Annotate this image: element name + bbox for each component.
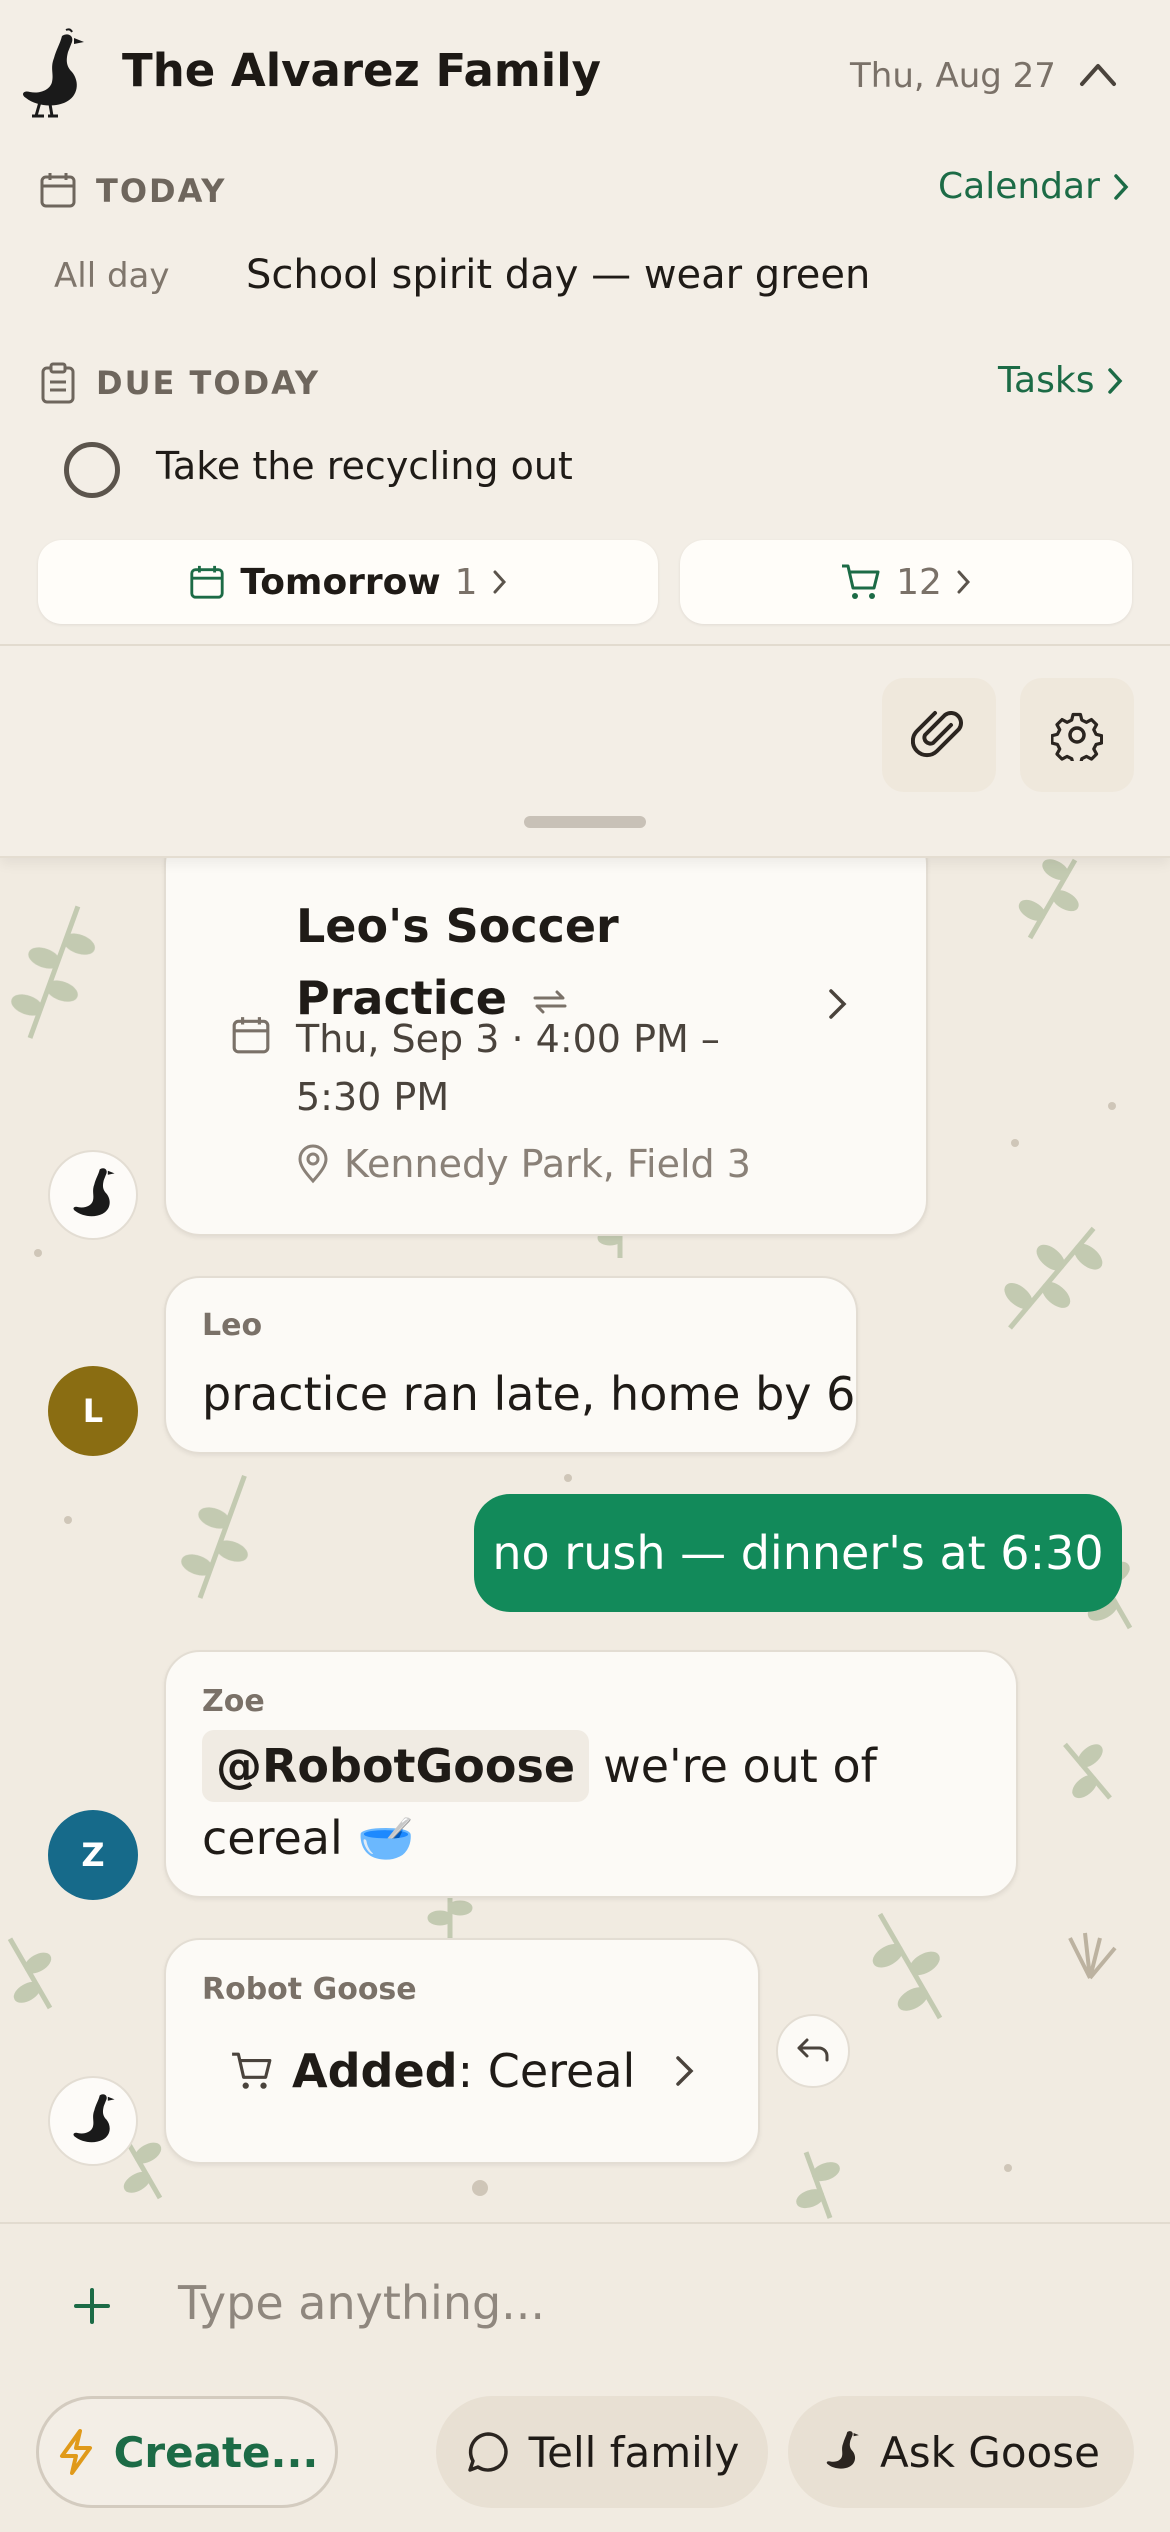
calendar-link-label: Calendar <box>938 166 1100 207</box>
tomorrow-pill[interactable]: Tomorrow 1 <box>38 540 658 624</box>
create-label: Create... <box>113 2427 319 2477</box>
calendar-link[interactable]: Calendar <box>938 166 1132 207</box>
robot-goose-avatar[interactable] <box>48 1150 138 1240</box>
added-item: : Cereal <box>457 2044 636 2098</box>
event-time-line1: Thu, Sep 3 · 4:00 PM – <box>296 1017 720 1061</box>
tasks-link[interactable]: Tasks <box>998 360 1126 401</box>
mention-robotgoose[interactable]: @RobotGoose <box>202 1730 590 1802</box>
sender-name: Robot Goose <box>202 1972 417 2007</box>
lightning-icon <box>59 2429 92 2475</box>
message-bubble-zoe[interactable]: Zoe @RobotGoose we're out of cereal 🥣 <box>164 1650 1018 1898</box>
sender-name: Zoe <box>202 1684 265 1719</box>
calendar-icon <box>38 170 78 210</box>
tell-family-button[interactable]: Tell family <box>436 2396 768 2508</box>
divider <box>0 644 1170 646</box>
goose-icon <box>73 1168 115 1217</box>
gear-icon <box>1051 712 1103 761</box>
message-text-part1: we're out of <box>603 1739 877 1793</box>
attach-button[interactable] <box>882 678 996 792</box>
task-text[interactable]: Take the recycling out <box>156 444 573 488</box>
event-location-text: Kennedy Park, Field 3 <box>344 1142 751 1186</box>
chat-area[interactable]: Leo's Soccer Practice Thu, Sep 3 · 4:00 … <box>0 858 1170 2222</box>
today-label: TODAY <box>96 172 227 210</box>
shopping-pill[interactable]: 12 <box>680 540 1132 624</box>
avatar-zoe[interactable]: Z <box>48 1810 138 1900</box>
message-text-part2: cereal 🥣 <box>202 1811 415 1865</box>
header-date: Thu, Aug 27 <box>850 56 1056 96</box>
goose-logo-icon <box>14 28 90 120</box>
today-event[interactable]: School spirit day — wear green <box>246 252 870 298</box>
plus-icon[interactable] <box>70 2284 114 2328</box>
chevron-right-icon <box>1114 173 1129 200</box>
added-label: Added <box>292 2044 458 2098</box>
calendar-icon <box>230 1014 272 1056</box>
ask-goose-button[interactable]: Ask Goose <box>788 2396 1134 2508</box>
event-card[interactable]: Leo's Soccer Practice Thu, Sep 3 · 4:00 … <box>164 858 928 1236</box>
event-title-line1: Leo's Soccer <box>296 899 619 953</box>
paperclip-icon <box>911 711 963 758</box>
tasks-link-label: Tasks <box>998 360 1095 401</box>
family-title: The Alvarez Family <box>122 44 601 97</box>
added-item-row[interactable]: Added: Cereal <box>230 2044 697 2098</box>
location-pin-icon <box>298 1144 328 1184</box>
due-today-label: DUE TODAY <box>96 364 321 402</box>
chevron-right-icon <box>676 2056 694 2086</box>
reply-icon <box>797 2038 829 2062</box>
clipboard-icon <box>40 362 76 404</box>
event-location: Kennedy Park, Field 3 <box>296 1142 751 1186</box>
chevron-right-icon <box>957 570 970 594</box>
calendar-icon <box>190 565 225 599</box>
collapse-chevron-icon[interactable] <box>1076 56 1120 92</box>
avatar-leo[interactable]: L <box>48 1366 138 1456</box>
settings-button[interactable] <box>1020 678 1134 792</box>
message-text: @RobotGoose we're out of cereal 🥣 <box>202 1730 1002 1874</box>
event-time-range: Thu, Sep 3 · 4:00 PM – 5:30 PM <box>296 1010 720 1126</box>
composer: Type anything... Create... Tell family A… <box>0 2222 1170 2532</box>
reply-button[interactable] <box>776 2014 850 2088</box>
tomorrow-count: 1 <box>454 561 478 603</box>
goose-icon <box>73 2094 115 2143</box>
message-input[interactable]: Type anything... <box>178 2276 545 2330</box>
tomorrow-label: Tomorrow <box>240 561 441 603</box>
cart-icon <box>232 2052 272 2089</box>
cart-count: 12 <box>896 561 942 603</box>
message-text: no rush — dinner's at 6:30 <box>492 1526 1104 1580</box>
tell-family-label: Tell family <box>528 2427 740 2477</box>
message-bubble-robot-goose[interactable]: Robot Goose Added: Cereal <box>164 1938 760 2164</box>
event-time-line2: 5:30 PM <box>296 1075 450 1119</box>
goose-icon <box>826 2431 859 2469</box>
chevron-right-icon <box>826 986 850 1022</box>
chevron-right-icon <box>493 570 506 594</box>
message-bubble-sent[interactable]: no rush — dinner's at 6:30 <box>474 1494 1122 1612</box>
chevron-right-icon <box>1108 367 1123 394</box>
event-time: All day <box>54 256 170 296</box>
chat-bubble-icon <box>467 2432 508 2472</box>
ask-goose-label: Ask Goose <box>880 2427 1100 2477</box>
create-button[interactable]: Create... <box>36 2396 338 2508</box>
summary-panel: The Alvarez Family Thu, Aug 27 TODAY Cal… <box>0 0 1170 858</box>
robot-goose-avatar[interactable] <box>48 2076 138 2166</box>
message-text: practice ran late, home by 6 <box>202 1367 856 1421</box>
cart-icon <box>842 564 880 599</box>
sender-name: Leo <box>202 1308 263 1343</box>
drag-handle[interactable] <box>524 816 646 828</box>
message-bubble-leo[interactable]: Leo practice ran late, home by 6 <box>164 1276 858 1454</box>
task-checkbox[interactable] <box>64 442 120 498</box>
